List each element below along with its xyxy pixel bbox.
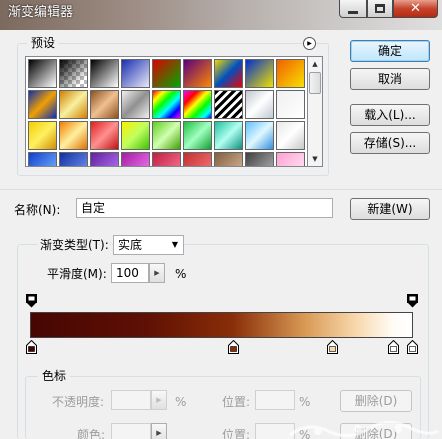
preset-swatch[interactable] xyxy=(90,90,119,119)
preset-swatch[interactable] xyxy=(59,121,88,150)
cancel-button[interactable]: 取消 xyxy=(350,68,430,90)
preset-swatch[interactable] xyxy=(121,90,150,119)
preset-swatch[interactable] xyxy=(276,152,305,166)
preset-swatch[interactable] xyxy=(59,59,88,88)
name-input[interactable]: 自定 xyxy=(76,198,333,218)
opacity-location-input[interactable] xyxy=(255,390,295,410)
preset-swatch[interactable] xyxy=(276,90,305,119)
preset-swatch[interactable] xyxy=(90,121,119,150)
preset-scrollbar[interactable]: ▲ ▼ xyxy=(308,56,323,167)
color-swatch[interactable] xyxy=(111,423,151,439)
delete-opacity-stop-button[interactable]: 删除(D) xyxy=(340,390,412,412)
color-label: 颜色: xyxy=(77,428,106,439)
scroll-up-icon[interactable]: ▲ xyxy=(308,57,322,71)
preset-swatch[interactable] xyxy=(121,121,150,150)
preset-grid xyxy=(25,56,308,167)
flyout-menu-icon[interactable]: ▶ xyxy=(303,37,316,50)
gradient-preview-bar[interactable] xyxy=(30,312,413,338)
preset-swatch[interactable] xyxy=(152,59,181,88)
opacity-stop-left[interactable] xyxy=(26,294,37,308)
preset-swatch[interactable] xyxy=(121,59,150,88)
preset-swatch[interactable] xyxy=(183,152,212,166)
preset-swatch[interactable] xyxy=(152,121,181,150)
color-stop[interactable] xyxy=(26,340,37,354)
preset-swatch[interactable] xyxy=(276,121,305,150)
scroll-down-icon[interactable]: ▼ xyxy=(308,152,322,166)
preset-swatch[interactable] xyxy=(276,59,305,88)
title-bar: 渐变编辑器 ✕ xyxy=(0,0,442,30)
chevron-down-icon: ▼ xyxy=(171,240,178,249)
gradient-type-value: 实底 xyxy=(118,238,143,252)
color-location-label: 位置: xyxy=(222,428,251,439)
gradient-type-label: 渐变类型(T): xyxy=(37,238,112,252)
opacity-stepper[interactable]: ▶ xyxy=(151,390,167,410)
preset-swatch[interactable] xyxy=(28,59,57,88)
preset-swatch[interactable] xyxy=(245,121,274,150)
preset-swatch[interactable] xyxy=(59,90,88,119)
opacity-location-unit: % xyxy=(299,395,311,409)
divider xyxy=(0,189,442,190)
color-stop[interactable] xyxy=(387,340,399,354)
opacity-location-label: 位置: xyxy=(222,395,251,409)
watermark-logo xyxy=(289,421,439,437)
ok-button[interactable]: 确定 xyxy=(350,40,430,62)
minimize-button[interactable] xyxy=(339,0,367,18)
smoothness-stepper[interactable]: ▶ xyxy=(149,263,165,283)
minimize-icon xyxy=(348,11,358,14)
preset-swatch[interactable] xyxy=(183,121,212,150)
smoothness-unit: % xyxy=(175,267,187,281)
color-stop[interactable] xyxy=(407,340,418,354)
smoothness-input[interactable]: 100 xyxy=(111,263,149,283)
preset-swatch[interactable] xyxy=(214,59,243,88)
color-stop-title: 色标 xyxy=(38,369,71,383)
smoothness-label: 平滑度(M): xyxy=(47,267,107,281)
preset-swatch[interactable] xyxy=(28,121,57,150)
preset-swatch[interactable] xyxy=(245,59,274,88)
window-title: 渐变编辑器 xyxy=(8,5,74,20)
maximize-icon xyxy=(375,4,385,13)
close-icon: ✕ xyxy=(410,1,421,16)
load-button[interactable]: 载入(L)... xyxy=(350,104,430,126)
close-button[interactable]: ✕ xyxy=(393,0,438,18)
opacity-input[interactable] xyxy=(111,390,151,410)
preset-swatch[interactable] xyxy=(90,152,119,166)
preset-swatch[interactable] xyxy=(245,152,274,166)
preset-swatch[interactable] xyxy=(245,90,274,119)
preset-swatch[interactable] xyxy=(121,152,150,166)
preset-swatch[interactable] xyxy=(28,90,57,119)
color-menu-stepper[interactable]: ▶ xyxy=(151,423,167,439)
preset-swatch[interactable] xyxy=(214,90,243,119)
opacity-stop-right[interactable] xyxy=(407,294,418,308)
color-stop[interactable] xyxy=(227,340,239,354)
presets-title: 预设 xyxy=(27,36,60,50)
opacity-label: 不透明度: xyxy=(52,395,105,409)
save-button[interactable]: 存储(S)... xyxy=(350,132,430,154)
preset-swatch[interactable] xyxy=(183,59,212,88)
preset-swatch[interactable] xyxy=(90,59,119,88)
preset-swatch[interactable] xyxy=(214,152,243,166)
opacity-unit: % xyxy=(175,395,187,409)
preset-swatch[interactable] xyxy=(214,121,243,150)
color-stop[interactable] xyxy=(326,340,338,354)
preset-swatch[interactable] xyxy=(28,152,57,166)
scroll-thumb[interactable] xyxy=(309,72,321,94)
name-label: 名称(N): xyxy=(14,203,61,217)
gradient-type-select[interactable]: 实底 ▼ xyxy=(113,235,184,255)
preset-swatch[interactable] xyxy=(59,152,88,166)
preset-swatch[interactable] xyxy=(152,152,181,166)
preset-swatch[interactable] xyxy=(183,90,212,119)
maximize-button[interactable] xyxy=(367,0,393,18)
preset-swatch[interactable] xyxy=(152,90,181,119)
new-button[interactable]: 新建(W) xyxy=(350,198,430,220)
